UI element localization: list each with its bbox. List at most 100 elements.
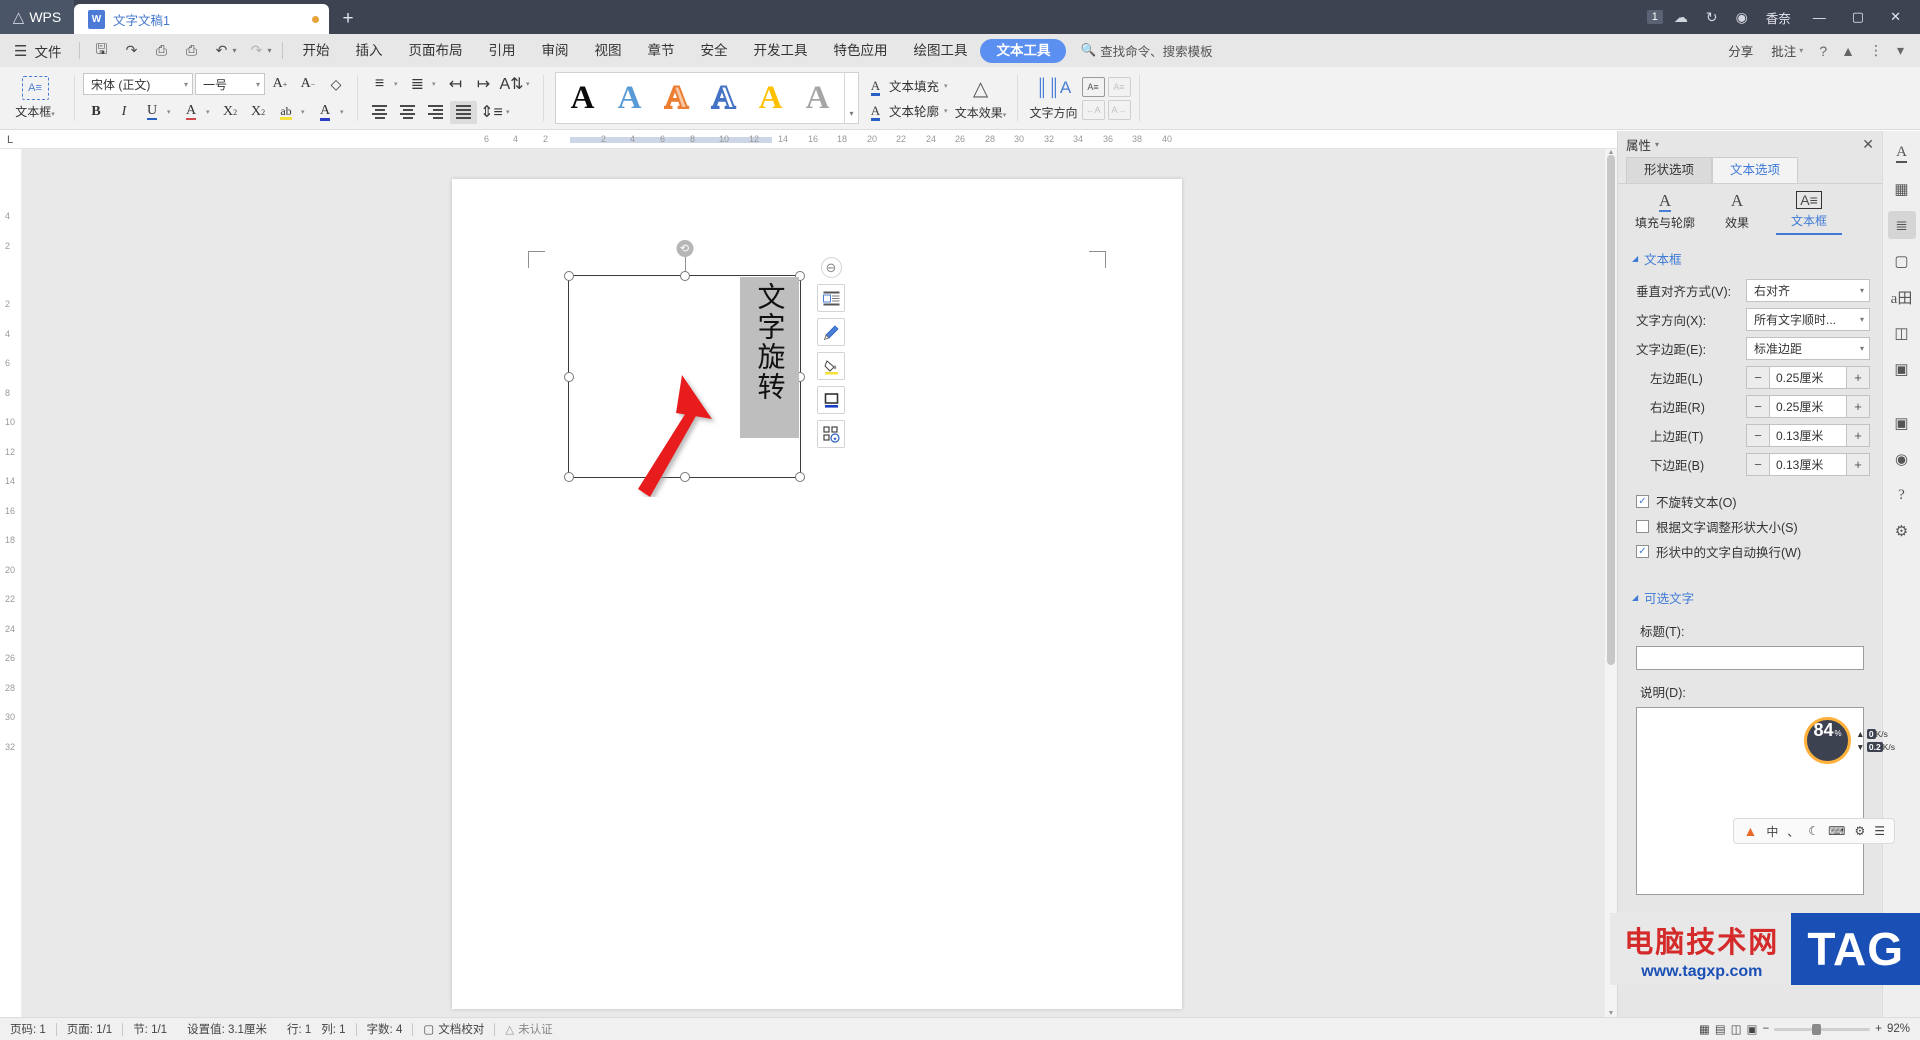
highlight-caret-icon[interactable]: ▾ <box>301 108 310 116</box>
document-canvas[interactable]: ⟲ 文字旋转 ⊖ ★ <box>22 149 1617 1017</box>
hamburger-icon[interactable]: ☰ <box>0 42 34 60</box>
tab-review[interactable]: 审阅 <box>528 39 581 63</box>
fill-color-button[interactable] <box>817 352 845 380</box>
no-rotate-text-row[interactable]: ✓ 不旋转文本(O) <box>1618 489 1882 514</box>
horizontal-ruler[interactable]: L 6 4 2 2 4 6 8 10 12 14 16 18 20 22 24 … <box>0 131 1845 149</box>
tab-featured-apps[interactable]: 特色应用 <box>820 39 900 63</box>
ime-menu-icon[interactable]: ☰ <box>1874 824 1885 838</box>
create-text-link-icon[interactable]: A≡ <box>1081 76 1105 97</box>
subscript-button[interactable]: X2 <box>245 101 271 124</box>
document-page[interactable]: ⟲ 文字旋转 ⊖ ★ <box>452 179 1182 1009</box>
top-margin-spinner[interactable]: − 0.13厘米 + <box>1746 424 1870 447</box>
font-color-button[interactable]: A <box>312 101 338 124</box>
ribbon-expand-icon[interactable]: ▾ <box>1891 42 1910 59</box>
customize-caret-icon[interactable]: ▾ <box>267 46 276 55</box>
tab-view[interactable]: 视图 <box>581 39 634 63</box>
wordart-style-6[interactable]: A <box>794 74 841 122</box>
status-column[interactable]: 列: 1 <box>321 1021 355 1037</box>
wrap-text-row[interactable]: ✓ 形状中的文字自动换行(W) <box>1618 539 1882 564</box>
bullet-caret-icon[interactable]: ▾ <box>394 80 403 88</box>
collapse-toolbar-button[interactable]: ⊖ <box>820 257 842 278</box>
vertical-align-select[interactable]: 右对齐 ▾ <box>1746 279 1870 302</box>
autofit-shape-checkbox[interactable] <box>1636 520 1649 533</box>
print-preview-icon[interactable]: ⎙ <box>176 38 206 64</box>
textbox-button[interactable]: A≡ 文本框▾ <box>4 76 66 120</box>
text-fill-button[interactable]: A 文本填充 ▾ <box>867 76 948 96</box>
align-right-icon[interactable] <box>422 101 449 124</box>
align-center-icon[interactable] <box>394 101 421 124</box>
share-button[interactable]: 分享 <box>1720 41 1761 60</box>
align-justify-icon[interactable] <box>450 100 477 124</box>
rail-settings[interactable]: ⚙ <box>1888 517 1916 545</box>
cloud-icon[interactable]: ☁ <box>1667 9 1695 26</box>
highlight-button[interactable]: ab <box>273 101 299 124</box>
decrement-icon[interactable]: − <box>1746 366 1769 389</box>
font-color-caret-icon[interactable]: ▾ <box>340 108 349 116</box>
avatar-icon[interactable]: ◉ <box>1729 9 1755 26</box>
web-view-icon[interactable]: ◫ <box>1731 1022 1742 1036</box>
document-tab[interactable]: W 文字文稿1 <box>74 4 329 34</box>
autofit-shape-row[interactable]: 根据文字调整形状大小(S) <box>1618 514 1882 539</box>
wordart-gallery[interactable]: A A A A A A <box>556 74 844 122</box>
read-view-icon[interactable]: ▣ <box>1747 1022 1758 1036</box>
clear-formatting-icon[interactable]: ◇ <box>323 73 349 96</box>
resize-handle-sw[interactable] <box>564 472 574 482</box>
text-margin-select[interactable]: 标准边距 ▾ <box>1746 337 1870 360</box>
tab-insert[interactable]: 插入 <box>342 39 395 63</box>
status-proofread[interactable]: ▢ 文档校对 <box>413 1021 494 1037</box>
zoom-slider[interactable] <box>1774 1023 1871 1035</box>
ime-logo-icon[interactable]: ▲ <box>1743 823 1757 839</box>
section-textbox-header[interactable]: ◢ 文本框 <box>1618 235 1882 278</box>
page-count-badge[interactable]: 1 <box>1646 10 1663 24</box>
rail-feedback[interactable]: ◉ <box>1888 445 1916 473</box>
more-options-button[interactable]: ★ <box>817 420 845 448</box>
sort-caret-icon[interactable]: ▾ <box>526 80 535 88</box>
wordart-style-2[interactable]: A <box>606 74 653 122</box>
increase-font-size-button[interactable]: A + <box>267 73 293 96</box>
bold-button[interactable]: B <box>83 101 109 124</box>
ime-moon-icon[interactable]: ☾ <box>1808 824 1819 838</box>
increment-icon[interactable]: + <box>1847 453 1870 476</box>
increment-icon[interactable]: + <box>1847 395 1870 418</box>
strikethrough-button[interactable]: A <box>178 101 204 124</box>
right-margin-value[interactable]: 0.25厘米 <box>1769 395 1847 418</box>
text-direction-select[interactable]: 所有文字顺时... ▾ <box>1746 308 1870 331</box>
zoom-level-label[interactable]: 92% <box>1887 1023 1910 1035</box>
decrement-icon[interactable]: − <box>1746 453 1769 476</box>
rail-help[interactable]: ? <box>1888 481 1916 509</box>
ime-mode-label[interactable]: 中 <box>1766 823 1778 840</box>
bullet-list-icon[interactable]: ≡ <box>366 73 393 96</box>
decrease-font-size-button[interactable]: A − <box>295 73 321 96</box>
tab-drawing-tools[interactable]: 绘图工具 <box>900 39 980 63</box>
rail-image-tool[interactable]: ▣ <box>1888 355 1916 383</box>
format-painter-button[interactable] <box>817 318 845 346</box>
increment-icon[interactable]: + <box>1847 366 1870 389</box>
rail-properties[interactable]: ≣ <box>1887 211 1916 239</box>
icon-tab-textbox[interactable]: A≡ 文本框 <box>1776 191 1842 235</box>
properties-caret-icon[interactable]: ▾ <box>1655 140 1659 149</box>
bottom-margin-spinner[interactable]: − 0.13厘米 + <box>1746 453 1870 476</box>
network-speed-widget[interactable]: 84 % ▲ 0 K/s ▼ 0.2 K/s <box>1804 717 1895 764</box>
status-word-count[interactable]: 字数: 4 <box>357 1021 413 1037</box>
previous-textbox-icon[interactable]: ←A <box>1081 99 1105 120</box>
section-alttext-header[interactable]: ◢ 可选文字 <box>1618 564 1882 617</box>
icon-tab-effects[interactable]: A 效果 <box>1704 191 1770 235</box>
status-row[interactable]: 行: 1 <box>277 1021 321 1037</box>
status-page-count[interactable]: 页面: 1/1 <box>57 1021 122 1037</box>
text-direction-button[interactable]: ║║A 文字方向 <box>1026 76 1082 121</box>
properties-close-icon[interactable]: ✕ <box>1862 136 1874 153</box>
zoom-in-button[interactable]: + <box>1875 1023 1882 1035</box>
more-options-icon[interactable]: ⋮ <box>1863 42 1889 59</box>
decrement-icon[interactable]: − <box>1746 395 1769 418</box>
rail-translate[interactable]: a田 <box>1888 283 1916 311</box>
ime-keyboard-icon[interactable]: ⌨ <box>1828 824 1845 838</box>
superscript-button[interactable]: X2 <box>217 101 243 124</box>
numbered-list-icon[interactable]: ≣ <box>404 73 431 96</box>
status-page-number[interactable]: 页码: 1 <box>0 1021 56 1037</box>
sync-icon[interactable]: ↻ <box>1699 9 1725 26</box>
wordart-more-button[interactable]: ▾ <box>844 72 858 124</box>
underline-caret-icon[interactable]: ▾ <box>167 108 176 116</box>
scroll-down-icon[interactable]: ▼ <box>1605 1010 1617 1017</box>
save-icon[interactable]: 🖫 <box>86 38 116 64</box>
resize-handle-se[interactable] <box>795 472 805 482</box>
